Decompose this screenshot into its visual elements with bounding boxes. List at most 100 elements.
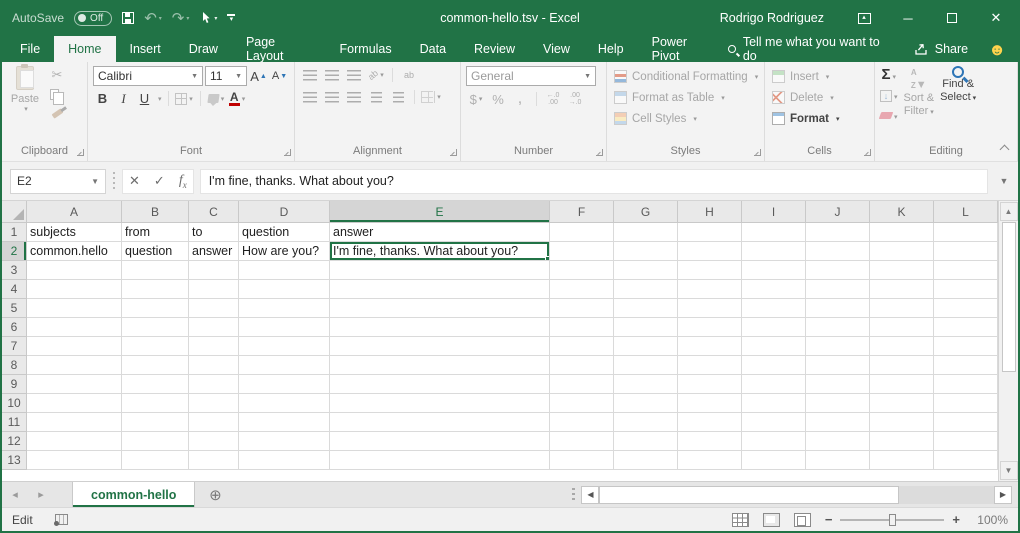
cell-A13[interactable] <box>27 451 122 470</box>
row-header-11[interactable]: 11 <box>2 413 27 432</box>
undo-button[interactable]: ↶▾ <box>144 9 162 27</box>
cell-D10[interactable] <box>239 394 330 413</box>
cell-styles-button[interactable]: Cell Styles▾ <box>612 108 759 129</box>
underline-button[interactable]: U <box>135 89 154 108</box>
cell-C3[interactable] <box>189 261 239 280</box>
tab-formulas[interactable]: Formulas <box>326 36 406 62</box>
cell-L9[interactable] <box>934 375 998 394</box>
comma-format-button[interactable]: , <box>510 90 530 108</box>
cell-I5[interactable] <box>742 299 806 318</box>
wrap-text-button[interactable]: ab <box>399 66 419 84</box>
column-header-E[interactable]: E <box>330 201 550 223</box>
cell-B2[interactable]: question <box>122 242 189 261</box>
cell-K9[interactable] <box>870 375 934 394</box>
cell-A5[interactable] <box>27 299 122 318</box>
bottom-align-button[interactable] <box>344 66 364 84</box>
cell-I12[interactable] <box>742 432 806 451</box>
increase-decimal-button[interactable]: ←.0.00 <box>543 90 563 108</box>
scroll-left-button[interactable]: ◀ <box>581 486 599 504</box>
cell-C2[interactable]: answer <box>189 242 239 261</box>
tab-file[interactable]: File <box>6 36 54 62</box>
feedback-smiley-icon[interactable]: ☻ <box>988 41 1006 58</box>
save-button[interactable] <box>122 12 134 24</box>
cell-A10[interactable] <box>27 394 122 413</box>
font-dialog-launcher[interactable] <box>284 149 291 156</box>
fill-color-button[interactable]: ▾ <box>207 89 226 108</box>
maximize-button[interactable] <box>930 0 974 36</box>
formula-input[interactable]: I'm fine, thanks. What about you? <box>200 169 988 194</box>
cell-G10[interactable] <box>614 394 678 413</box>
row-header-1[interactable]: 1 <box>2 223 27 242</box>
cell-I8[interactable] <box>742 356 806 375</box>
cell-H7[interactable] <box>678 337 742 356</box>
cell-L6[interactable] <box>934 318 998 337</box>
cell-K12[interactable] <box>870 432 934 451</box>
cell-D1[interactable]: question <box>239 223 330 242</box>
cell-G6[interactable] <box>614 318 678 337</box>
cell-E12[interactable] <box>330 432 550 451</box>
zoom-slider-thumb[interactable] <box>889 514 896 526</box>
cell-D4[interactable] <box>239 280 330 299</box>
zoom-level[interactable]: 100% <box>974 513 1008 527</box>
cell-K3[interactable] <box>870 261 934 280</box>
cell-D9[interactable] <box>239 375 330 394</box>
cell-B1[interactable]: from <box>122 223 189 242</box>
cell-G13[interactable] <box>614 451 678 470</box>
cell-L13[interactable] <box>934 451 998 470</box>
tab-draw[interactable]: Draw <box>175 36 232 62</box>
cell-J1[interactable] <box>806 223 870 242</box>
cell-D11[interactable] <box>239 413 330 432</box>
cell-B5[interactable] <box>122 299 189 318</box>
zoom-in-button[interactable]: + <box>952 512 960 527</box>
cell-F13[interactable] <box>550 451 614 470</box>
select-all-corner[interactable] <box>2 201 27 223</box>
cell-A2[interactable]: common.hello <box>27 242 122 261</box>
number-format-combo[interactable]: General▼ <box>466 66 596 86</box>
row-header-12[interactable]: 12 <box>2 432 27 451</box>
row-header-7[interactable]: 7 <box>2 337 27 356</box>
cell-J5[interactable] <box>806 299 870 318</box>
cell-F10[interactable] <box>550 394 614 413</box>
cell-H10[interactable] <box>678 394 742 413</box>
sheet-tab-common-hello[interactable]: common-hello <box>72 482 195 507</box>
column-header-D[interactable]: D <box>239 201 330 223</box>
autosave-toggle[interactable]: Off <box>74 11 112 26</box>
next-sheet-button[interactable]: ▸ <box>28 482 54 507</box>
cell-C4[interactable] <box>189 280 239 299</box>
column-header-J[interactable]: J <box>806 201 870 223</box>
tab-page-layout[interactable]: Page Layout <box>232 36 326 62</box>
cell-B4[interactable] <box>122 280 189 299</box>
cell-E5[interactable] <box>330 299 550 318</box>
cell-J10[interactable] <box>806 394 870 413</box>
cell-G3[interactable] <box>614 261 678 280</box>
cell-A7[interactable] <box>27 337 122 356</box>
cell-L3[interactable] <box>934 261 998 280</box>
conditional-formatting-button[interactable]: Conditional Formatting▾ <box>612 66 759 87</box>
cell-E9[interactable] <box>330 375 550 394</box>
increase-font-size-button[interactable]: A▲ <box>249 67 268 86</box>
decrease-decimal-button[interactable]: .00→.0 <box>565 90 585 108</box>
cell-L7[interactable] <box>934 337 998 356</box>
cell-C11[interactable] <box>189 413 239 432</box>
horizontal-scroll-thumb[interactable] <box>599 486 899 504</box>
name-box[interactable]: E2▼ <box>10 169 106 194</box>
cell-F8[interactable] <box>550 356 614 375</box>
cell-J9[interactable] <box>806 375 870 394</box>
alignment-dialog-launcher[interactable] <box>450 149 457 156</box>
cell-J11[interactable] <box>806 413 870 432</box>
font-size-combo[interactable]: 11▼ <box>205 66 247 86</box>
column-header-A[interactable]: A <box>27 201 122 223</box>
font-name-combo[interactable]: Calibri▼ <box>93 66 203 86</box>
cell-H2[interactable] <box>678 242 742 261</box>
clipboard-dialog-launcher[interactable] <box>77 149 84 156</box>
cell-B10[interactable] <box>122 394 189 413</box>
row-header-4[interactable]: 4 <box>2 280 27 299</box>
cell-D2[interactable]: How are you? <box>239 242 330 261</box>
cell-I4[interactable] <box>742 280 806 299</box>
cell-C9[interactable] <box>189 375 239 394</box>
cell-I1[interactable] <box>742 223 806 242</box>
cell-J2[interactable] <box>806 242 870 261</box>
find-select-button[interactable]: Find & Select▾ <box>940 66 976 143</box>
tell-me-box[interactable]: Tell me what you want to do <box>728 35 894 63</box>
copy-button[interactable]: ▾ <box>47 85 67 103</box>
